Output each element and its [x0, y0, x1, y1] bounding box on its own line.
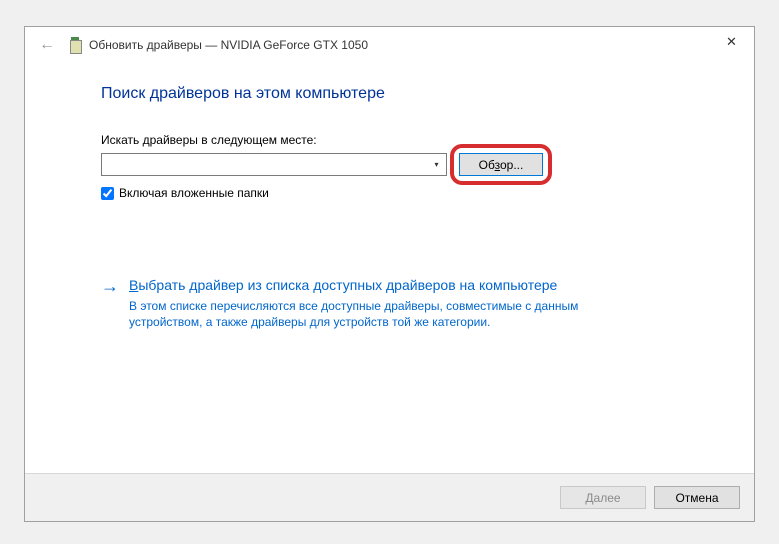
driver-update-window: ← Обновить драйверы — NVIDIA GeForce GTX… — [24, 26, 755, 522]
browse-button[interactable]: Обзор... — [459, 153, 543, 176]
close-button[interactable]: ✕ — [709, 27, 754, 57]
close-icon: ✕ — [726, 34, 737, 50]
pick-driver-link-description: В этом списке перечисляются все доступны… — [129, 298, 599, 330]
titlebar: ← Обновить драйверы — NVIDIA GeForce GTX… — [25, 27, 754, 63]
next-button: Далее — [560, 486, 646, 509]
back-icon: ← — [39, 36, 55, 54]
path-row: ▾ Обзор... — [101, 153, 678, 176]
cancel-button[interactable]: Отмена — [654, 486, 740, 509]
pick-driver-link-section[interactable]: → Выбрать драйвер из списка доступных др… — [101, 276, 678, 330]
page-heading: Поиск драйверов на этом компьютере — [101, 85, 678, 103]
pick-driver-link-body: Выбрать драйвер из списка доступных драй… — [129, 276, 599, 330]
chevron-down-icon[interactable]: ▾ — [428, 155, 445, 174]
arrow-right-icon: → — [101, 276, 119, 297]
pick-driver-link-title[interactable]: Выбрать драйвер из списка доступных драй… — [129, 276, 599, 295]
footer: Далее Отмена — [25, 473, 754, 521]
hardware-icon — [69, 37, 81, 53]
search-label: Искать драйверы в следующем месте: — [101, 133, 678, 147]
window-title: Обновить драйверы — NVIDIA GeForce GTX 1… — [89, 38, 368, 52]
include-subfolders-label: Включая вложенные папки — [119, 186, 269, 200]
include-subfolders-checkbox[interactable] — [101, 187, 114, 200]
include-subfolders-row[interactable]: Включая вложенные папки — [101, 186, 678, 200]
browse-highlight-wrap: Обзор... — [459, 153, 543, 176]
path-combobox[interactable]: ▾ — [101, 153, 447, 176]
path-input[interactable] — [102, 154, 428, 175]
content-area: Поиск драйверов на этом компьютере Искат… — [25, 63, 754, 473]
